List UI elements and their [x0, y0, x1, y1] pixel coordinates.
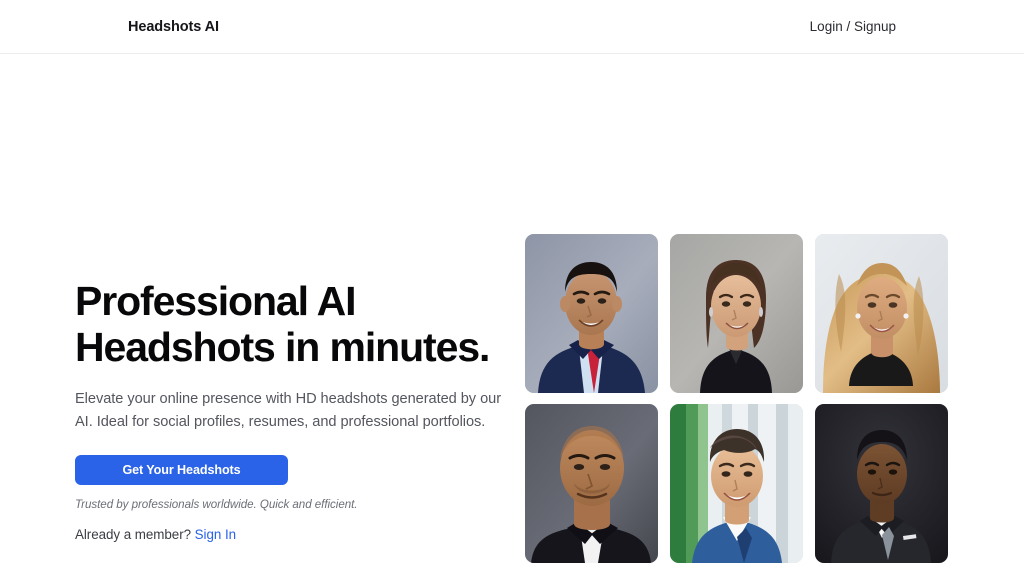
- trust-note: Trusted by professionals worldwide. Quic…: [75, 497, 358, 511]
- headshot-image-5: [670, 404, 803, 563]
- site-header: Headshots AI Login / Signup: [0, 0, 1024, 54]
- headshot-bald-man-dark-suit[interactable]: [525, 404, 658, 563]
- headshot-image-6: [815, 404, 948, 563]
- existing-member-label: Already a member?: [75, 526, 191, 542]
- hero-copy: Professional AI Headshots in minutes. El…: [75, 278, 515, 542]
- existing-member-line: Already a member? Sign In: [75, 527, 515, 542]
- headshot-image-3: [815, 234, 948, 393]
- page-title: Professional AI Headshots in minutes.: [75, 278, 515, 371]
- headshot-image-4: [525, 404, 658, 563]
- headshot-young-man-blue-suit[interactable]: [670, 404, 803, 563]
- headshot-image-1: [525, 234, 658, 393]
- sign-in-link[interactable]: Sign In: [195, 527, 236, 542]
- headshot-man-navy-suit-red-tie[interactable]: [525, 234, 658, 393]
- hero-section: Professional AI Headshots in minutes. El…: [0, 54, 1024, 576]
- login-signup-link[interactable]: Login / Signup: [810, 19, 896, 34]
- headshot-image-2: [670, 234, 803, 393]
- headshot-man-charcoal-suit[interactable]: [815, 404, 948, 563]
- get-your-headshots-button[interactable]: Get Your Headshots: [75, 454, 288, 485]
- brand-logo[interactable]: Headshots AI: [128, 19, 219, 35]
- page-title-line-2: Headshots in minutes.: [75, 324, 490, 371]
- headshot-woman-blonde-wavy-hair[interactable]: [815, 234, 948, 393]
- headshot-gallery: [525, 234, 948, 563]
- hero-subtitle: Elevate your online presence with HD hea…: [75, 390, 502, 430]
- page-title-line-1: Professional AI: [75, 278, 357, 324]
- primary-nav: Login / Signup: [810, 19, 896, 34]
- headshot-woman-black-blazer[interactable]: [670, 234, 803, 393]
